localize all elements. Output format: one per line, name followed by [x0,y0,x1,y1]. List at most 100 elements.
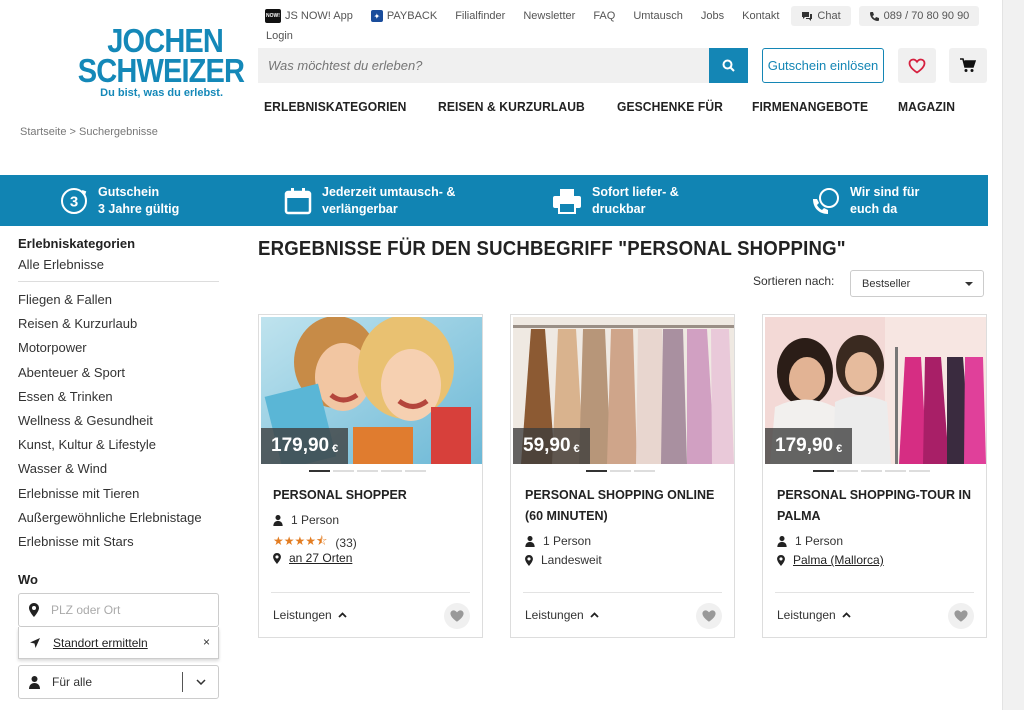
sidebar-item-kunst-kultur[interactable]: Kunst, Kultur & Lifestyle [18,433,219,457]
phone-icon [869,11,879,21]
chevron-up-icon [338,612,347,618]
carousel-dot[interactable] [333,470,354,472]
wishlist-toggle[interactable] [948,603,974,629]
price-badge: 179,90 € [765,428,853,464]
chat-label: Chat [817,10,841,22]
search-button[interactable] [709,48,748,83]
product-title[interactable]: PERSONAL SHOPPING ONLINE (60 MINUTEN) [525,485,725,527]
nav-firmenangebote[interactable]: FIRMENANGEBOTE [752,99,868,114]
sidebar-item-wasser-wind[interactable]: Wasser & Wind [18,457,219,481]
cart-button[interactable] [949,48,987,83]
search-input[interactable] [258,48,709,83]
carousel-dot[interactable] [357,470,378,472]
person-icon [29,675,40,689]
wishlist-toggle[interactable] [696,603,722,629]
carousel-dot[interactable] [586,470,607,472]
location-link[interactable]: Palma (Mallorca) [793,553,884,567]
sidebar-item-tiere[interactable]: Erlebnisse mit Tieren [18,482,219,506]
audience-select[interactable]: Für alle [18,665,219,699]
location-link[interactable]: an 27 Orten [289,551,352,565]
image-carousel-dots[interactable] [309,470,426,472]
product-image-clothes-rack[interactable]: 59,90 € [513,317,734,464]
usp-2-line-1: Jederzeit umtausch- & [322,184,456,199]
carousel-dot[interactable] [309,470,330,472]
product-image-shopping-friends[interactable]: 179,90 € [261,317,482,464]
carousel-dot[interactable] [381,470,402,472]
app-link[interactable]: NOW! JS NOW! App [265,6,353,26]
carousel-dot[interactable] [909,470,930,472]
product-title[interactable]: PERSONAL SHOPPING-TOUR IN PALMA [777,485,977,527]
close-icon[interactable]: × [203,635,210,649]
sidebar-item-motorpower[interactable]: Motorpower [18,336,219,360]
product-title[interactable]: PERSONAL SHOPPER [273,485,473,506]
image-carousel-dots[interactable] [813,470,930,472]
sidebar-item-all[interactable]: Alle Erlebnisse [18,257,219,282]
sidebar-item-essen-trinken[interactable]: Essen & Trinken [18,385,219,409]
sidebar-item-stars[interactable]: Erlebnisse mit Stars [18,530,219,554]
usp-3-line-1: Sofort liefer- & [592,184,679,199]
wishlist-button[interactable] [898,48,936,83]
map-pin-icon [777,554,785,566]
product-rating[interactable]: ★★★★⯪ (33) [273,532,357,553]
price-currency: € [573,442,580,455]
login-link[interactable]: Login [266,30,293,42]
map-pin-icon [525,554,533,566]
detect-location-link[interactable]: Standort ermitteln [53,636,148,650]
carousel-dot[interactable] [837,470,858,472]
umtausch-link[interactable]: Umtausch [633,6,683,26]
payback-link[interactable]: ✦ PAYBACK [370,6,437,26]
product-location: Landesweit [525,553,602,567]
nav-erlebniskategorien[interactable]: ERLEBNISKATEGORIEN [264,99,407,114]
detect-location-option[interactable]: Standort ermitteln × [18,627,219,659]
phone-button[interactable]: 089 / 70 80 90 90 [858,6,980,26]
carousel-dot[interactable] [634,470,655,472]
nav-reisen-kurzurlaub[interactable]: REISEN & KURZURLAUB [438,99,585,114]
breadcrumb[interactable]: Startseite > Suchergebnisse [20,126,158,138]
jobs-link[interactable]: Jobs [701,6,724,26]
sidebar-item-wellness[interactable]: Wellness & Gesundheit [18,409,219,433]
rating-stars-icon: ★★★★⯪ [273,534,328,548]
page-scrollbar[interactable] [1002,0,1024,710]
usp-support: Wir sind für euch da [810,175,919,226]
image-carousel-dots[interactable] [586,470,655,472]
chevron-down-icon[interactable] [182,672,218,692]
location-input[interactable]: PLZ oder Ort [18,593,219,627]
faq-link[interactable]: FAQ [593,6,615,26]
usp-4-line-2: euch da [850,201,898,216]
services-toggle[interactable]: Leistungen [273,608,347,622]
sidebar-item-fliegen-fallen[interactable]: Fliegen & Fallen [18,288,219,312]
product-image-shopping-tour[interactable]: 179,90 € [765,317,986,464]
main-navigation: ERLEBNISKATEGORIEN REISEN & KURZURLAUB G… [264,99,959,114]
kontakt-link[interactable]: Kontakt [742,6,779,26]
services-toggle[interactable]: Leistungen [777,608,851,622]
wishlist-toggle[interactable] [444,603,470,629]
carousel-dot[interactable] [861,470,882,472]
price-currency: € [332,442,339,455]
price-currency: € [836,442,843,455]
carousel-dot[interactable] [405,470,426,472]
redeem-voucher-button[interactable]: Gutschein einlösen [762,48,884,83]
sort-select[interactable]: Bestseller [850,270,984,297]
sidebar-item-abenteuer-sport[interactable]: Abenteuer & Sport [18,361,219,385]
brand-logo[interactable]: JOCHEN SCHWEIZER Du bist, was du erlebst… [58,24,245,99]
product-card[interactable]: 179,90 € PERSONAL SHOPPING-TOUR IN PALMA … [762,314,987,638]
nav-geschenke-fuer[interactable]: GESCHENKE FÜR [617,99,723,114]
product-card[interactable]: 59,90 € PERSONAL SHOPPING ONLINE (60 MINU… [510,314,735,638]
filialfinder-link[interactable]: Filialfinder [455,6,505,26]
sidebar-item-reisen-kurzurlaub[interactable]: Reisen & Kurzurlaub [18,312,219,336]
location-input-placeholder: PLZ oder Ort [51,603,121,617]
chat-icon [802,12,813,21]
newsletter-link[interactable]: Newsletter [523,6,575,26]
chat-button[interactable]: Chat [791,6,851,26]
carousel-dot[interactable] [813,470,834,472]
category-sidebar: Erlebniskategorien Alle Erlebnisse Flieg… [18,236,219,554]
sort-select-value: Bestseller [862,277,911,290]
sidebar-item-erlebnistage[interactable]: Außergewöhnliche Erlebnistage [18,506,219,530]
carousel-dot[interactable] [610,470,631,472]
usp-voucher-validity: 3 Gutschein 3 Jahre gültig [60,175,179,226]
services-toggle[interactable]: Leistungen [525,608,599,622]
product-card[interactable]: 179,90 € PERSONAL SHOPPER 1 Person ★★★★⯪ … [258,314,483,638]
cart-icon [960,58,976,72]
carousel-dot[interactable] [885,470,906,472]
nav-magazin[interactable]: MAGAZIN [898,99,955,114]
